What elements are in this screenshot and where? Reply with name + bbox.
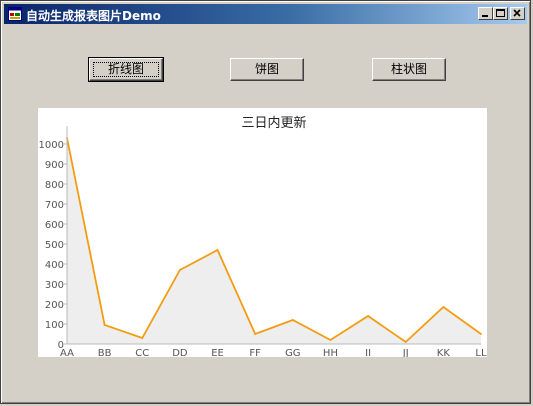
- app-window: 自动生成报表图片Demo 折线图 饼图 柱状图 三日内更新 0 100 200 …: [0, 0, 531, 404]
- data-point-bb: [103, 324, 106, 326]
- maximize-button[interactable]: [493, 7, 508, 20]
- x-tick-label: EE: [211, 348, 224, 357]
- series-line: [66, 137, 482, 344]
- y-tick-label: 1000: [39, 140, 64, 151]
- chart-title: 三日内更新: [241, 115, 306, 131]
- data-point-ff: [254, 333, 257, 335]
- y-tick-label: 400: [45, 260, 64, 271]
- y-tick-label: 100: [45, 320, 64, 331]
- data-point-gg: [291, 319, 294, 321]
- y-tick-label: 500: [45, 240, 64, 251]
- close-button[interactable]: [510, 7, 525, 20]
- bar-chart-button-label: 柱状图: [390, 62, 427, 76]
- data-point-jj: [404, 341, 407, 343]
- app-icon: [8, 7, 22, 21]
- chart-plot-area: [66, 137, 482, 344]
- y-tick-label: 800: [45, 180, 64, 191]
- line-chart-button[interactable]: 折线图: [88, 57, 164, 82]
- window-title: 自动生成报表图片Demo: [26, 9, 161, 23]
- line-chart: 三日内更新 01002003004005006007008009001000 A…: [39, 115, 487, 357]
- x-tick-label: LL: [475, 348, 487, 357]
- chart-panel: 三日内更新 0 100 200 300 400 500 600 700 800 900 1000 A…: [38, 108, 487, 357]
- x-tick-label: DD: [172, 348, 188, 357]
- minimize-icon: [482, 15, 488, 17]
- y-tick-label: 600: [45, 220, 64, 231]
- y-tick-label: 200: [45, 300, 64, 311]
- data-point-ii: [367, 315, 369, 317]
- y-axis: 01002003004005006007008009001000: [39, 126, 68, 351]
- y-tick-label: 700: [45, 200, 64, 211]
- data-point-cc: [141, 337, 144, 339]
- x-tick-label: FF: [249, 348, 261, 357]
- data-point-ee: [216, 249, 219, 251]
- series-area-fill: [67, 138, 481, 344]
- line-chart-button-label: 折线图: [107, 62, 144, 76]
- x-tick-label: BB: [98, 348, 112, 357]
- x-tick-label: CC: [135, 348, 149, 357]
- y-tick-label: 300: [45, 280, 64, 291]
- title-bar[interactable]: 自动生成报表图片Demo: [4, 4, 527, 24]
- x-tick-label: GG: [285, 348, 301, 357]
- minimize-button[interactable]: [478, 7, 493, 20]
- pie-chart-button-label: 饼图: [254, 62, 279, 76]
- x-axis: AA BB CC DD EE FF GG HH II JJ KK LL: [60, 343, 487, 357]
- data-point-kk: [442, 306, 445, 308]
- x-tick-label: JJ: [402, 348, 409, 357]
- maximize-icon: [496, 9, 505, 17]
- y-tick-label: 900: [45, 160, 64, 171]
- pie-chart-button[interactable]: 饼图: [230, 58, 304, 81]
- x-tick-label: KK: [437, 348, 451, 357]
- data-point-dd: [179, 269, 181, 271]
- x-tick-label: AA: [60, 348, 74, 357]
- bar-chart-button[interactable]: 柱状图: [372, 58, 446, 81]
- x-tick-label: HH: [323, 348, 338, 357]
- close-icon: [513, 9, 521, 17]
- data-point-ll: [480, 333, 482, 335]
- data-point-hh: [329, 339, 332, 341]
- x-tick-label: II: [365, 348, 371, 357]
